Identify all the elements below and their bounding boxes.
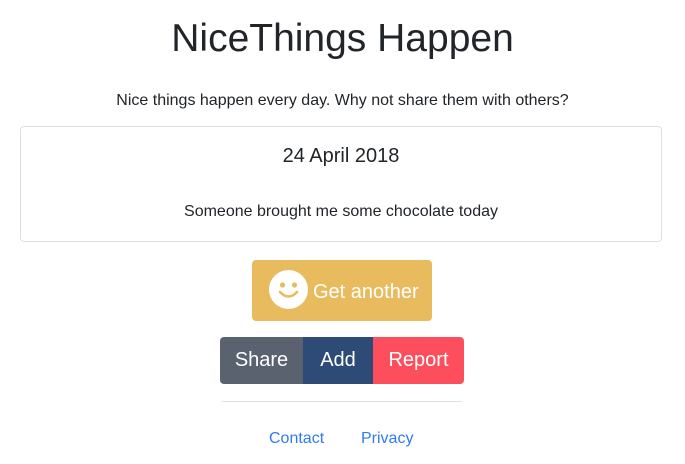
- page-subtitle: Nice things happen every day. Why not sh…: [116, 92, 569, 109]
- page-title: NiceThings Happen: [171, 17, 514, 60]
- get-another-button[interactable]: Get another: [252, 260, 432, 321]
- privacy-link[interactable]: Privacy: [361, 428, 413, 450]
- page: NiceThings Happen Nice things happen eve…: [0, 0, 685, 464]
- smiley-icon: [269, 270, 308, 309]
- contact-link[interactable]: Contact: [269, 428, 324, 450]
- footer-divider: [222, 401, 462, 402]
- add-button[interactable]: Add: [303, 337, 373, 384]
- action-button-group: Share Add Report: [220, 337, 464, 384]
- card-text: Someone brought me some chocolate today: [184, 203, 498, 220]
- get-another-label: Get another: [313, 281, 419, 303]
- share-button[interactable]: Share: [220, 337, 303, 384]
- report-button[interactable]: Report: [373, 337, 464, 384]
- nice-thing-card: 24 April 2018 Someone brought me some ch…: [20, 126, 662, 242]
- card-date: 24 April 2018: [282, 145, 400, 167]
